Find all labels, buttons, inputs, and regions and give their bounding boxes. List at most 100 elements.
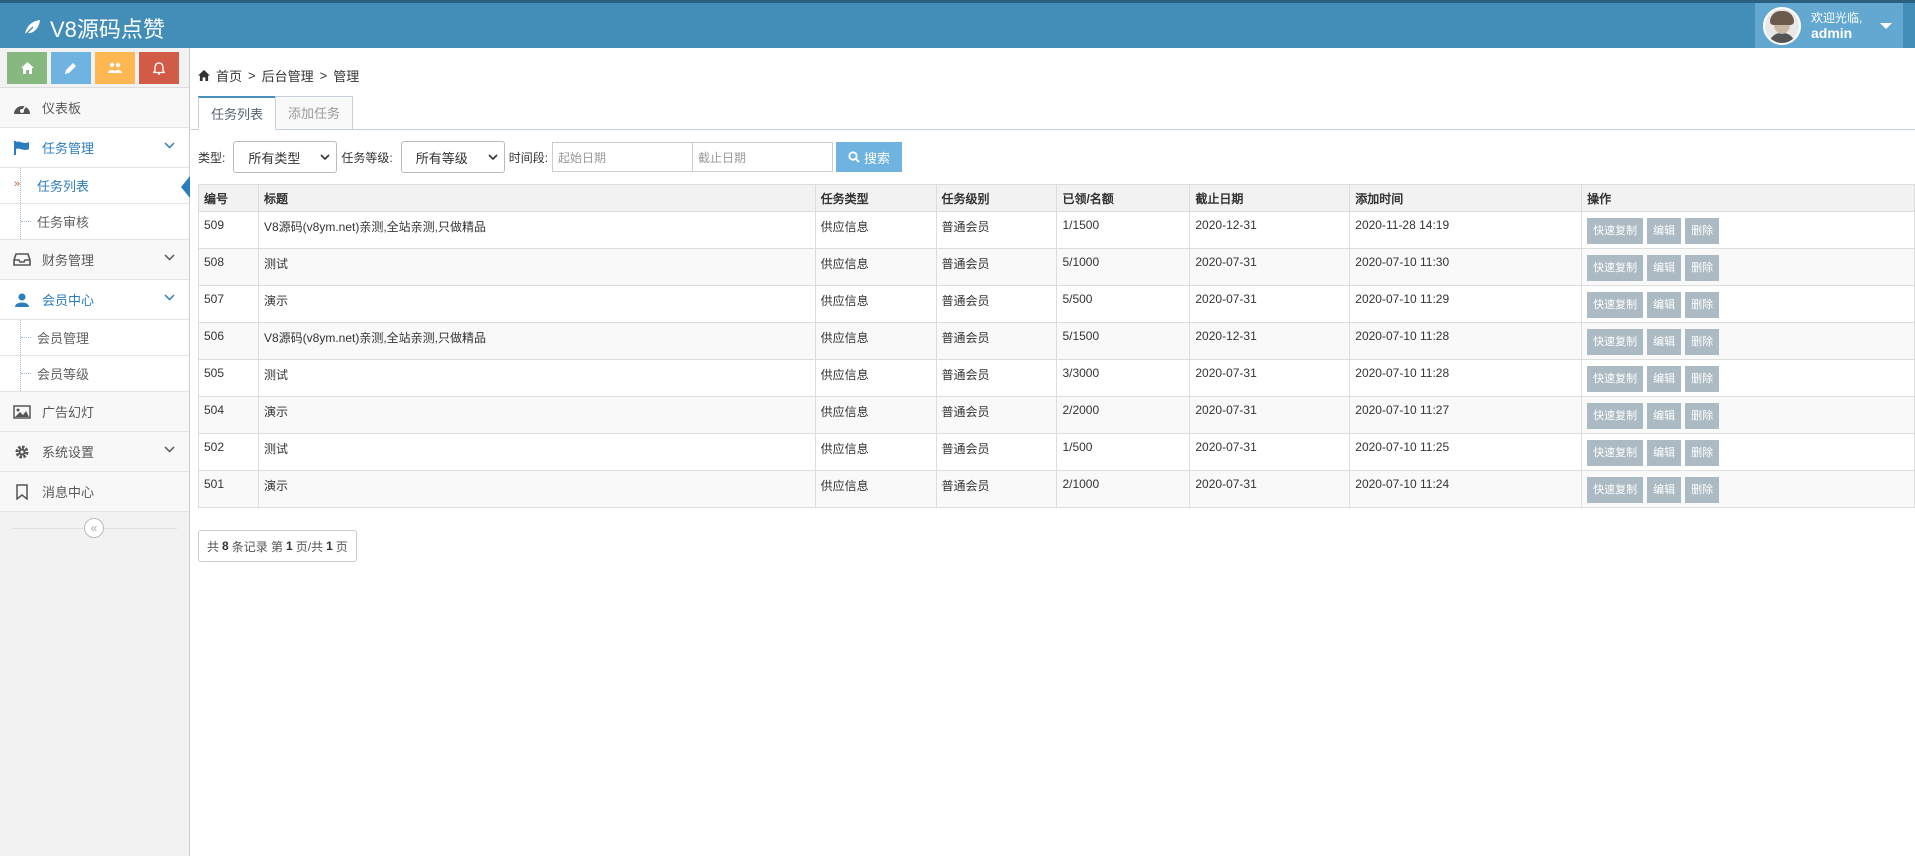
start-date-input[interactable]: 起始日期 [552, 142, 694, 172]
table-cell: 供应信息 [814, 211, 937, 249]
quick-copy-button[interactable]: 快速复制 [1587, 329, 1644, 355]
sidebar-item-member-center[interactable]: 会员中心 [0, 280, 189, 320]
search-button[interactable]: 搜索 [836, 142, 903, 172]
type-select[interactable]: 所有类型 [233, 141, 338, 173]
home-shortcut-button[interactable] [7, 52, 47, 84]
home-icon [198, 70, 210, 81]
edit-button[interactable]: 编辑 [1647, 403, 1682, 429]
shortcut-bar [0, 48, 189, 88]
quick-copy-button[interactable]: 快速复制 [1587, 218, 1644, 244]
breadcrumb-current: 管理 [333, 69, 360, 84]
table-cell: 供应信息 [814, 248, 937, 286]
pager-text: 条记录 第 [231, 539, 284, 554]
delete-button[interactable]: 删除 [1685, 366, 1720, 392]
sidebar: 仪表板 任务管理 » 任务列表 任务审核 财务管理 会员中心 会员管理 会员等级… [0, 48, 190, 856]
quick-copy-button[interactable]: 快速复制 [1587, 255, 1644, 281]
table-row: 509 V8源码(v8ym.net)亲测,全站亲测,只做精品 供应信息 普通会员 1/1… [198, 211, 1915, 249]
table-row: 506 V8源码(v8ym.net)亲测,全站亲测,只做精品 供应信息 普通会员 5/1… [198, 322, 1915, 360]
sidebar-item-finance[interactable]: 财务管理 [0, 240, 189, 280]
tab-task-list[interactable]: 任务列表 [198, 96, 277, 130]
delete-button[interactable]: 删除 [1685, 292, 1720, 318]
table-row: 507 演示 供应信息 普通会员 5/500 2020-07-31 2020-07-10 1… [198, 285, 1915, 323]
pagination-info: 共 8 条记录 第 1 页/共 1 页 [198, 530, 357, 562]
table-cell: 2020-07-10 11:29 [1349, 285, 1583, 323]
delete-button[interactable]: 删除 [1685, 218, 1720, 244]
double-angle-left-icon[interactable]: « [84, 518, 104, 538]
sidebar-item-task-management[interactable]: 任务管理 [0, 128, 189, 168]
table-cell: V8源码(v8ym.net)亲测,全站亲测,只做精品 [257, 211, 816, 249]
tab-add-task[interactable]: 添加任务 [275, 96, 354, 130]
level-label: 任务等级: [341, 150, 393, 165]
avatar [1763, 6, 1801, 45]
table-cell: 测试 [257, 248, 816, 286]
delete-button[interactable]: 删除 [1685, 477, 1720, 503]
sidebar-item-ads[interactable]: 广告幻灯 [0, 392, 189, 432]
pager-pages: 1 [326, 539, 333, 553]
user-menu[interactable]: 欢迎光临, admin [1755, 3, 1903, 48]
type-label: 类型: [198, 150, 226, 165]
edit-button[interactable]: 编辑 [1647, 292, 1682, 318]
brand-name: V8源码点赞 [50, 17, 165, 42]
sidebar-item-member-level[interactable]: 会员等级 [0, 356, 189, 392]
table-cell: 测试 [257, 433, 816, 471]
delete-button[interactable]: 删除 [1685, 255, 1720, 281]
column-header: 添加时间 [1349, 184, 1583, 212]
brand-logo[interactable]: V8源码点赞 [22, 12, 165, 44]
table-cell: 2020-07-10 11:27 [1349, 396, 1583, 434]
edit-button[interactable]: 编辑 [1647, 329, 1682, 355]
sidebar-item-member-management[interactable]: 会员管理 [0, 320, 189, 356]
users-shortcut-button[interactable] [95, 52, 135, 84]
quick-copy-button[interactable]: 快速复制 [1587, 403, 1644, 429]
welcome-text: 欢迎光临, [1811, 10, 1863, 25]
picture-icon [12, 404, 32, 420]
breadcrumb-home[interactable]: 首页 [216, 66, 242, 85]
edit-button[interactable]: 编辑 [1647, 477, 1682, 503]
quick-copy-button[interactable]: 快速复制 [1587, 477, 1644, 503]
delete-button[interactable]: 删除 [1685, 440, 1720, 466]
sidebar-item-task-review[interactable]: 任务审核 [0, 204, 189, 240]
column-header: 操作 [1581, 184, 1915, 212]
quick-copy-button[interactable]: 快速复制 [1587, 440, 1644, 466]
edit-button[interactable]: 编辑 [1647, 218, 1682, 244]
bookmark-icon [12, 483, 32, 500]
actions-cell: 快速复制 编辑 删除 [1581, 211, 1915, 249]
search-icon [848, 151, 860, 163]
main-content: 首页 > 后台管理 > 管理 任务列表 添加任务 类型: 所有类型 任务等级: … [191, 48, 1915, 856]
table-cell: 2020-07-31 [1189, 248, 1351, 286]
user-icon [12, 292, 32, 308]
level-select[interactable]: 所有等级 [400, 141, 505, 173]
edit-button[interactable]: 编辑 [1647, 366, 1682, 392]
quick-copy-button[interactable]: 快速复制 [1587, 292, 1644, 318]
breadcrumb-parent[interactable]: 后台管理 [262, 66, 314, 85]
table-cell: 2020-11-28 14:19 [1349, 211, 1583, 249]
table-cell: 2020-07-10 11:30 [1349, 248, 1583, 286]
edit-button[interactable]: 编辑 [1647, 255, 1682, 281]
quick-copy-button[interactable]: 快速复制 [1587, 366, 1644, 392]
column-header: 已领/名额 [1056, 184, 1191, 212]
bell-shortcut-button[interactable] [139, 52, 179, 84]
home-icon [20, 62, 34, 74]
table-cell: 2020-07-31 [1189, 396, 1351, 434]
dashboard-icon [12, 100, 32, 116]
sidebar-label: 仪表板 [42, 101, 82, 116]
sidebar-item-task-list[interactable]: » 任务列表 [0, 168, 190, 204]
sidebar-label: 消息中心 [42, 485, 95, 500]
end-date-input[interactable]: 截止日期 [692, 142, 834, 172]
active-pointer [181, 176, 190, 198]
table-cell: 普通会员 [935, 396, 1058, 434]
sidebar-item-dashboard[interactable]: 仪表板 [0, 88, 189, 128]
pager-text: 共 [207, 539, 220, 554]
table-cell: 普通会员 [935, 470, 1058, 508]
edit-button[interactable]: 编辑 [1647, 440, 1682, 466]
delete-button[interactable]: 删除 [1685, 329, 1720, 355]
pencil-shortcut-button[interactable] [51, 52, 91, 84]
leaf-icon [24, 20, 40, 36]
table-cell: 普通会员 [935, 285, 1058, 323]
table-cell: 普通会员 [935, 433, 1058, 471]
delete-button[interactable]: 删除 [1685, 403, 1720, 429]
sidebar-label: 会员中心 [42, 293, 95, 308]
table-cell: 2020-07-10 11:25 [1349, 433, 1583, 471]
sidebar-item-settings[interactable]: 系统设置 [0, 432, 189, 472]
sidebar-label: 任务列表 [37, 179, 90, 194]
sidebar-item-messages[interactable]: 消息中心 [0, 472, 189, 512]
